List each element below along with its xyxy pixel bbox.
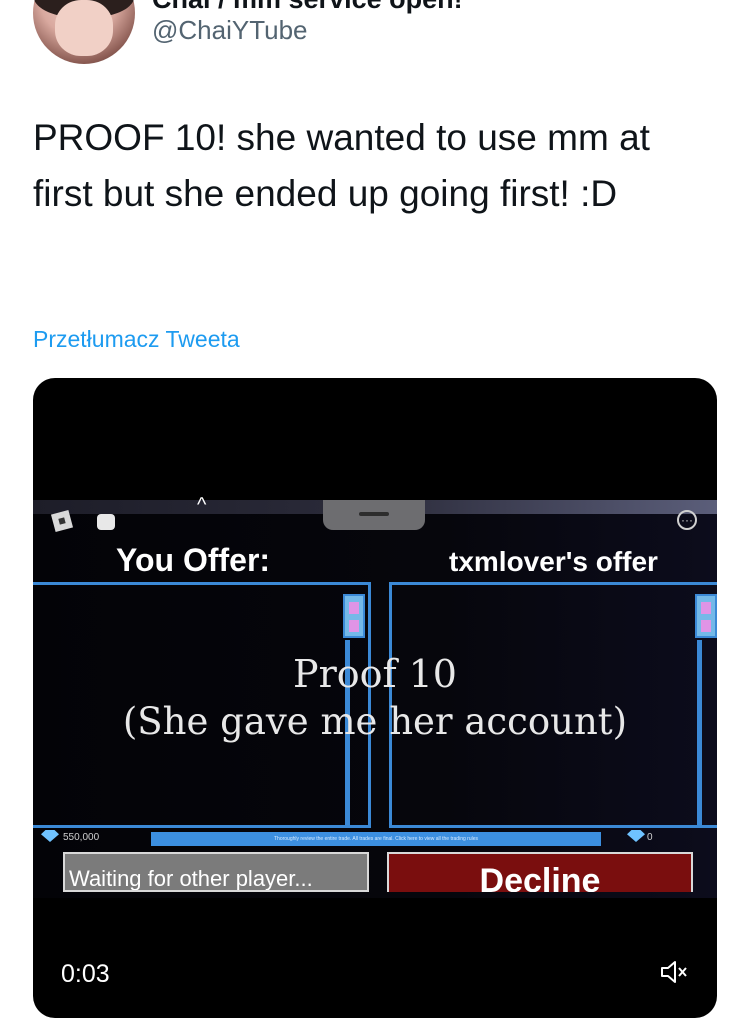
scrollbar-left xyxy=(343,594,365,638)
translate-tweet-link[interactable]: Przetłumacz Tweeta xyxy=(33,326,240,353)
author-avatar[interactable] xyxy=(33,0,135,64)
volume-muted-icon[interactable] xyxy=(659,958,689,986)
topbar-tab-handle xyxy=(323,500,425,530)
trade-notice-bar: Thoroughly review the entire trade. All … xyxy=(151,832,601,846)
other-offer-label: txmlover's offer xyxy=(449,546,658,577)
robux-diamond-icon xyxy=(627,830,645,842)
robux-amount-right: 0 xyxy=(647,832,653,843)
robux-amount-left: 550,000 xyxy=(63,832,100,843)
avatar-face xyxy=(55,0,113,56)
author-display-name[interactable]: Chai / mm service open! xyxy=(152,0,463,15)
game-trade-window: ^ ··· You Offer: txmlover's offer Proof … xyxy=(33,494,717,898)
chat-icon xyxy=(97,514,115,530)
more-options-icon: ··· xyxy=(677,510,697,530)
scrollbar-right xyxy=(695,594,717,638)
video-timestamp: 0:03 xyxy=(61,960,110,988)
waiting-button: Waiting for other player... xyxy=(63,852,369,892)
chevron-down-icon xyxy=(359,512,389,516)
robux-diamond-icon xyxy=(41,830,59,842)
tweet-video[interactable]: ^ ··· You Offer: txmlover's offer Proof … xyxy=(33,378,717,1018)
chevron-up-icon: ^ xyxy=(197,494,207,516)
caption-line-1: Proof 10 xyxy=(293,652,457,696)
caption-line-2: (She gave me her account) xyxy=(122,700,628,743)
author-handle[interactable]: @ChaiYTube xyxy=(152,15,308,46)
decline-button: Decline xyxy=(387,852,693,892)
tweet-text: PROOF 10! she wanted to use mm at first … xyxy=(33,117,650,214)
you-offer-label: You Offer: xyxy=(116,542,271,578)
video-caption-overlay: Proof 10 (She gave me her account) xyxy=(33,650,717,746)
